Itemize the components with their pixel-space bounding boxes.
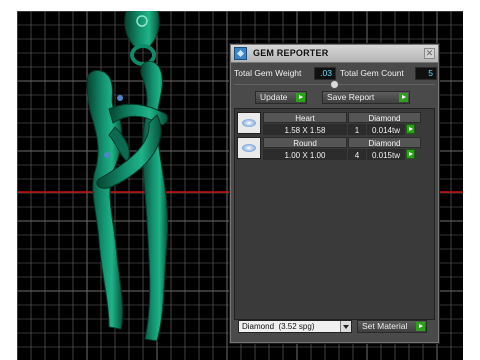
total-gem-weight-label: Total Gem Weight	[234, 68, 302, 78]
gem-row-round[interactable]: Round Diamond 1.00 X 1.00 4 0.015tw	[237, 137, 433, 161]
gem-count: 4	[348, 149, 366, 160]
gem-reporter-window[interactable]: GEM REPORTER ✕ Total Gem Weight .03 Tota…	[229, 43, 440, 344]
chevron-down-icon[interactable]	[340, 321, 351, 332]
gem-reporter-icon	[234, 47, 247, 60]
update-button-label: Update	[260, 92, 288, 102]
play-arrow-icon	[399, 93, 408, 102]
play-arrow-icon[interactable]	[406, 124, 415, 134]
divider-slider-knob[interactable]	[330, 80, 339, 89]
gem-list[interactable]: Heart Diamond 1.58 X 1.58 1 0.014tw Roun…	[234, 108, 435, 320]
set-material-button-label: Set Material	[362, 321, 408, 331]
total-gem-count-label: Total Gem Count	[340, 68, 404, 78]
gem-size: 1.58 X 1.58	[263, 124, 347, 135]
save-report-button[interactable]: Save Report	[322, 91, 410, 104]
gem-size: 1.00 X 1.00	[263, 149, 347, 160]
total-gem-weight-value: .03	[314, 67, 336, 80]
window-title: GEM REPORTER	[253, 48, 329, 58]
gem-shape: Heart	[263, 112, 347, 123]
total-gem-count-value: 5	[415, 67, 437, 80]
gem-material: Diamond	[348, 137, 421, 148]
gem-thumbnail-icon[interactable]	[237, 137, 261, 159]
gem-count: 1	[348, 124, 366, 135]
material-select-value: Diamond (3.52 spg)	[242, 322, 315, 331]
gem-weight: 0.015tw	[367, 149, 405, 160]
material-select[interactable]: Diamond (3.52 spg)	[238, 320, 352, 333]
totals-row: Total Gem Weight .03 Total Gem Count 5	[234, 67, 437, 80]
play-arrow-icon	[296, 93, 305, 102]
gem-weight: 0.014tw	[367, 124, 405, 135]
play-arrow-icon[interactable]	[406, 149, 415, 159]
gem-thumbnail-icon[interactable]	[237, 112, 261, 134]
play-arrow-icon	[416, 322, 425, 331]
gem-material: Diamond	[348, 112, 421, 123]
save-report-button-label: Save Report	[327, 92, 375, 102]
set-material-button[interactable]: Set Material	[357, 320, 427, 333]
gem-shape: Round	[263, 137, 347, 148]
gem-row-heart[interactable]: Heart Diamond 1.58 X 1.58 1 0.014tw	[237, 112, 433, 136]
close-icon[interactable]: ✕	[424, 48, 435, 59]
update-button[interactable]: Update	[255, 91, 307, 104]
window-titlebar[interactable]: GEM REPORTER ✕	[231, 45, 438, 63]
